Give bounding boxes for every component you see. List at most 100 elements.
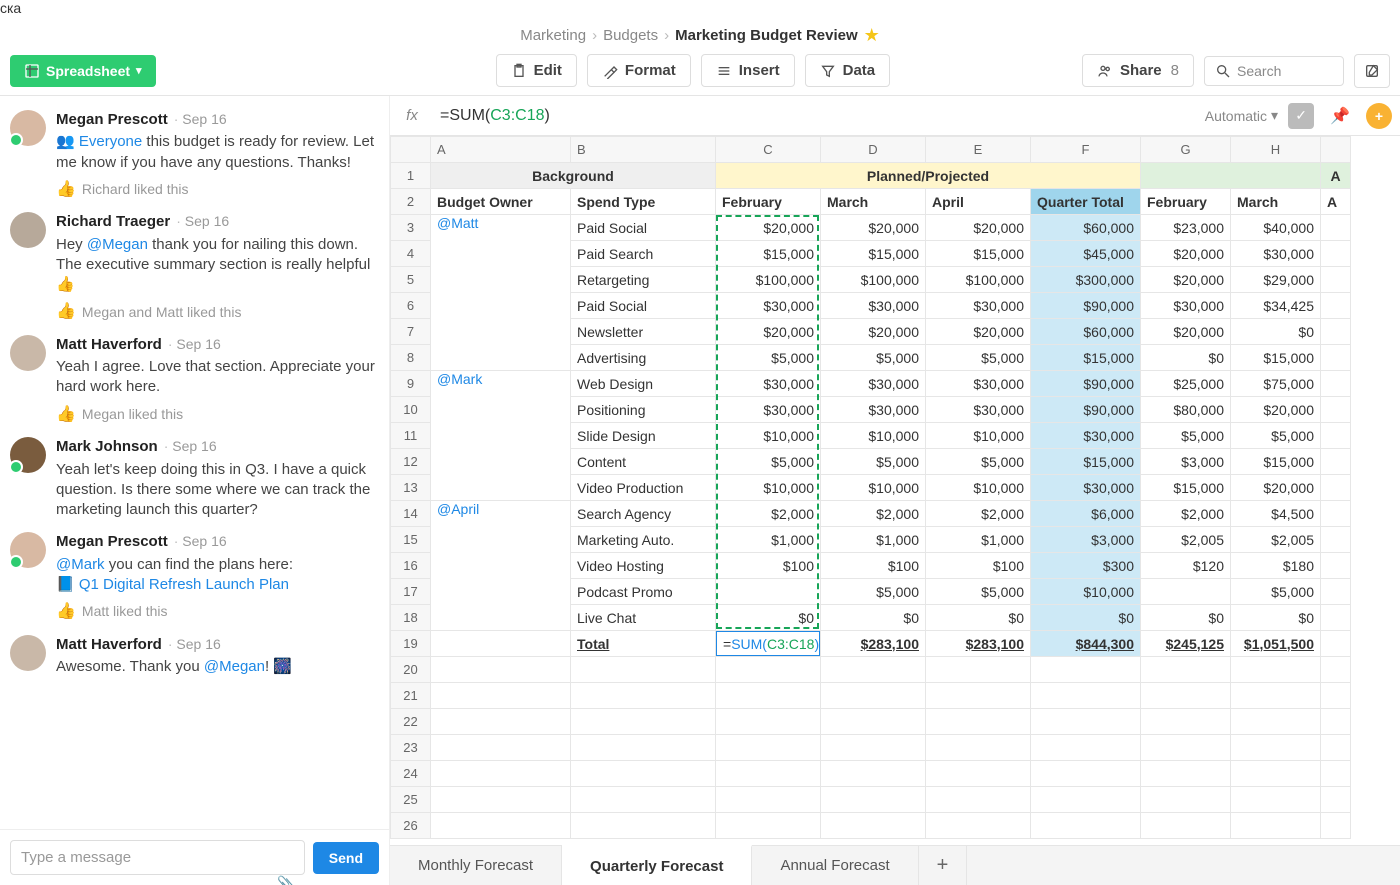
- cell[interactable]: [1231, 813, 1321, 839]
- cell[interactable]: $80,000: [1141, 397, 1231, 423]
- cell[interactable]: $30,000: [926, 293, 1031, 319]
- cell[interactable]: [571, 709, 716, 735]
- cell[interactable]: [431, 735, 571, 761]
- comment-author[interactable]: Matt Haverford: [56, 335, 162, 355]
- cell[interactable]: [431, 813, 571, 839]
- cell[interactable]: $100: [926, 553, 1031, 579]
- cell[interactable]: [716, 735, 821, 761]
- cell[interactable]: [926, 657, 1031, 683]
- cell[interactable]: $10,000: [716, 475, 821, 501]
- comment-author[interactable]: Matt Haverford: [56, 635, 162, 655]
- cell[interactable]: $5,000: [926, 449, 1031, 475]
- cell[interactable]: [716, 761, 821, 787]
- row-header[interactable]: 1: [391, 163, 431, 189]
- cell[interactable]: $40,000: [1231, 215, 1321, 241]
- cell[interactable]: $29,000: [1231, 267, 1321, 293]
- owner-mark[interactable]: @Mark: [431, 371, 571, 501]
- cell[interactable]: [1141, 683, 1231, 709]
- cell[interactable]: [431, 631, 571, 657]
- cell[interactable]: [1141, 813, 1231, 839]
- cell[interactable]: $2,005: [1231, 527, 1321, 553]
- cell[interactable]: $25,000: [1141, 371, 1231, 397]
- cell[interactable]: $2,000: [1141, 501, 1231, 527]
- cell[interactable]: $1,051,500: [1231, 631, 1321, 657]
- avatar[interactable]: [10, 110, 46, 146]
- cell[interactable]: $5,000: [716, 345, 821, 371]
- cell[interactable]: $45,000: [1031, 241, 1141, 267]
- cell[interactable]: $90,000: [1031, 371, 1141, 397]
- cell[interactable]: $5,000: [716, 449, 821, 475]
- cell[interactable]: $15,000: [1031, 449, 1141, 475]
- row-header[interactable]: 11: [391, 423, 431, 449]
- spreadsheet-dropdown[interactable]: Spreadsheet▾: [10, 55, 156, 87]
- compose-button[interactable]: [1354, 54, 1390, 88]
- cell[interactable]: $1,000: [716, 527, 821, 553]
- cell[interactable]: $3,000: [1141, 449, 1231, 475]
- cell[interactable]: $0: [1231, 319, 1321, 345]
- cell[interactable]: $20,000: [1141, 241, 1231, 267]
- cell[interactable]: [1321, 345, 1351, 371]
- cell[interactable]: [716, 579, 821, 605]
- cell[interactable]: $20,000: [1231, 397, 1321, 423]
- like-summary[interactable]: 👍Megan and Matt liked this: [56, 301, 379, 323]
- cell[interactable]: [1231, 657, 1321, 683]
- cell[interactable]: [821, 761, 926, 787]
- cell[interactable]: $30,000: [1141, 293, 1231, 319]
- cell[interactable]: $844,300: [1031, 631, 1141, 657]
- col-header[interactable]: G: [1141, 137, 1231, 163]
- cell[interactable]: [1321, 787, 1351, 813]
- cell[interactable]: [1141, 657, 1231, 683]
- cell[interactable]: [821, 683, 926, 709]
- row-header[interactable]: 9: [391, 371, 431, 397]
- cell[interactable]: [1231, 761, 1321, 787]
- crumb-marketing[interactable]: Marketing: [520, 27, 586, 44]
- star-icon[interactable]: ★: [864, 25, 880, 46]
- cell[interactable]: $30,000: [1031, 475, 1141, 501]
- cell[interactable]: [1321, 527, 1351, 553]
- cell[interactable]: [1321, 761, 1351, 787]
- cell[interactable]: $15,000: [926, 241, 1031, 267]
- cell[interactable]: [1031, 813, 1141, 839]
- cell[interactable]: [1141, 709, 1231, 735]
- cell[interactable]: $15,000: [716, 241, 821, 267]
- row-header[interactable]: 14: [391, 501, 431, 527]
- share-button[interactable]: Share8: [1082, 54, 1194, 87]
- avatar[interactable]: [10, 635, 46, 671]
- cell[interactable]: $20,000: [926, 215, 1031, 241]
- cell[interactable]: $20,000: [716, 215, 821, 241]
- cell[interactable]: [1141, 735, 1231, 761]
- cell[interactable]: [926, 735, 1031, 761]
- cell[interactable]: $5,000: [926, 345, 1031, 371]
- cell[interactable]: $10,000: [926, 423, 1031, 449]
- row-header[interactable]: 18: [391, 605, 431, 631]
- cell[interactable]: [431, 683, 571, 709]
- row-header[interactable]: 22: [391, 709, 431, 735]
- cell[interactable]: $30,000: [926, 397, 1031, 423]
- cell[interactable]: $0: [1141, 605, 1231, 631]
- cell[interactable]: $30,000: [821, 371, 926, 397]
- col-header[interactable]: D: [821, 137, 926, 163]
- cell[interactable]: $30,000: [926, 371, 1031, 397]
- cell[interactable]: $5,000: [1231, 579, 1321, 605]
- cell[interactable]: [571, 735, 716, 761]
- tab-monthly[interactable]: Monthly Forecast: [390, 846, 562, 885]
- cell[interactable]: $2,000: [716, 501, 821, 527]
- cell[interactable]: $10,000: [821, 423, 926, 449]
- row-header[interactable]: 13: [391, 475, 431, 501]
- cell[interactable]: $100: [716, 553, 821, 579]
- tab-quarterly[interactable]: Quarterly Forecast: [562, 845, 752, 885]
- like-summary[interactable]: 👍Matt liked this: [56, 601, 379, 623]
- cell[interactable]: [1031, 787, 1141, 813]
- cell[interactable]: [821, 709, 926, 735]
- row-header[interactable]: 8: [391, 345, 431, 371]
- cell[interactable]: $20,000: [1141, 319, 1231, 345]
- cell[interactable]: [1141, 761, 1231, 787]
- col-header[interactable]: [1321, 137, 1351, 163]
- cell[interactable]: $180: [1231, 553, 1321, 579]
- cell[interactable]: [926, 761, 1031, 787]
- col-header[interactable]: A: [431, 137, 571, 163]
- cell[interactable]: [431, 657, 571, 683]
- message-input[interactable]: Type a message: [10, 840, 305, 875]
- cell[interactable]: $90,000: [1031, 293, 1141, 319]
- cell[interactable]: $6,000: [1031, 501, 1141, 527]
